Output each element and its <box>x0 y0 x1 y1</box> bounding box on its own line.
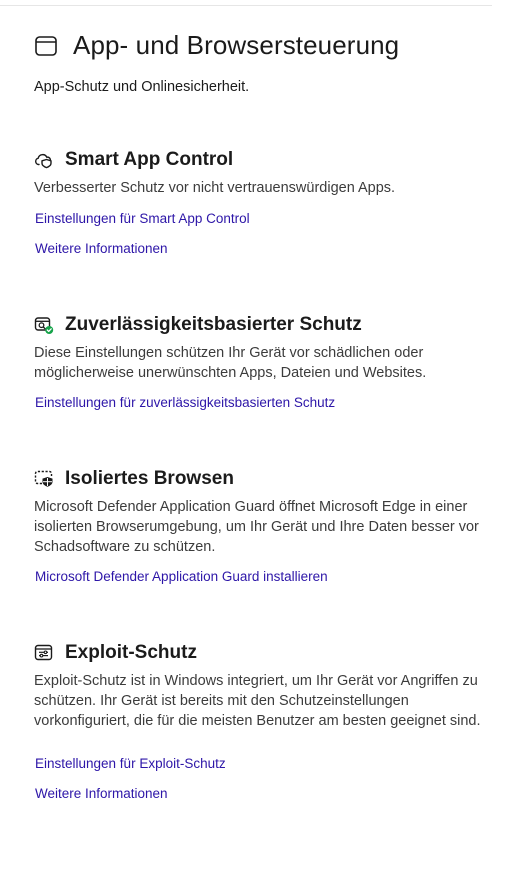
reputation-protection-settings-link[interactable]: Einstellungen für zuverlässigkeitsbasier… <box>35 395 494 410</box>
section-description: Diese Einstellungen schützen Ihr Gerät v… <box>34 345 427 381</box>
section-smart-app-control: Smart App Control Verbesserter Schutz vo… <box>34 147 494 256</box>
section-title: Isoliertes Browsen <box>65 468 234 489</box>
cloud-shield-icon <box>34 150 54 170</box>
page-title: App- und Browsersteuerung <box>73 30 400 60</box>
page-header: App- und Browsersteuerung <box>34 30 399 61</box>
browser-window-icon <box>34 34 58 58</box>
reputation-check-icon <box>34 315 54 335</box>
section-description: Exploit-Schutz ist in Windows integriert… <box>34 673 481 729</box>
section-reputation-protection: Zuverlässigkeitsbasierter Schutz Diese E… <box>34 312 494 410</box>
install-application-guard-link[interactable]: Microsoft Defender Application Guard ins… <box>35 569 494 584</box>
section-description: Microsoft Defender Application Guard öff… <box>34 499 479 555</box>
exploit-protection-settings-link[interactable]: Einstellungen für Exploit-Schutz <box>35 756 494 771</box>
more-info-link[interactable]: Weitere Informationen <box>35 241 494 256</box>
section-title: Smart App Control <box>65 149 234 170</box>
page-subtitle: App-Schutz und Onlinesicherheit. <box>34 79 250 95</box>
section-title: Exploit-Schutz <box>65 642 197 663</box>
top-divider <box>0 0 492 6</box>
section-exploit-protection: Exploit-Schutz Exploit-Schutz ist in Win… <box>34 640 494 801</box>
smart-app-control-settings-link[interactable]: Einstellungen für Smart App Control <box>35 211 494 226</box>
section-title: Zuverlässigkeitsbasierter Schutz <box>65 314 362 335</box>
section-isolated-browsing: Isoliertes Browsen Microsoft Defender Ap… <box>34 466 494 584</box>
more-info-link[interactable]: Weitere Informationen <box>35 786 494 801</box>
section-description: Verbesserter Schutz vor nicht vertrauens… <box>34 180 396 196</box>
exploit-protection-icon <box>34 643 54 663</box>
isolated-browsing-icon <box>34 469 54 489</box>
